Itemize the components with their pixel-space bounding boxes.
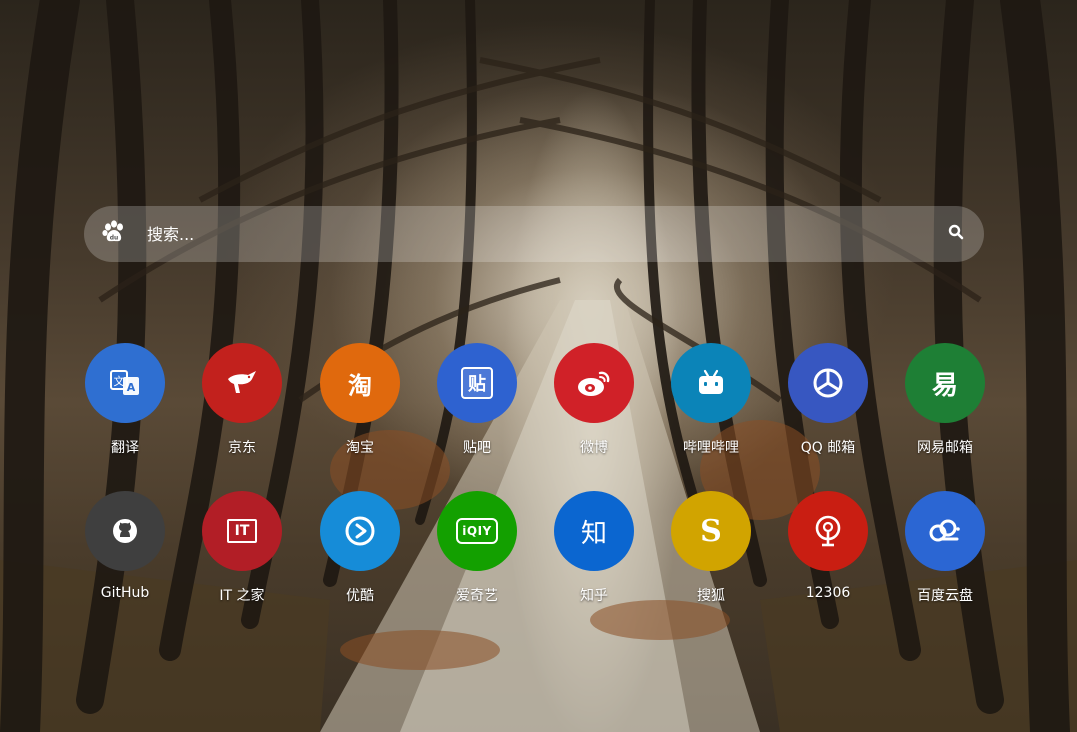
shortcut-translate[interactable]: 文 A 翻译 bbox=[85, 343, 165, 463]
youku-icon bbox=[320, 491, 400, 571]
baidu-paw-icon: du bbox=[101, 219, 127, 250]
shortcut-sohu[interactable]: S 搜狐 bbox=[671, 491, 751, 611]
shortcut-zhihu[interactable]: 知 知乎 bbox=[554, 491, 634, 611]
search-bar: du bbox=[84, 206, 984, 262]
ithome-icon: IT bbox=[202, 491, 282, 571]
shortcut-label: 搜狐 bbox=[697, 588, 725, 604]
weibo-icon bbox=[554, 343, 634, 423]
jd-dog-icon bbox=[202, 343, 282, 423]
github-icon bbox=[85, 491, 165, 571]
netease-mail-icon: 易 bbox=[905, 343, 985, 423]
shortcut-tieba[interactable]: 贴 贴吧 bbox=[437, 343, 517, 463]
shortcut-weibo[interactable]: 微博 bbox=[554, 343, 634, 463]
shortcut-bilibili[interactable]: 哔哩哔哩 bbox=[671, 343, 751, 463]
qq-mail-icon bbox=[788, 343, 868, 423]
shortcut-label: 微博 bbox=[580, 440, 608, 456]
tieba-icon: 贴 bbox=[437, 343, 517, 423]
shortcut-ithome[interactable]: IT IT 之家 bbox=[202, 491, 282, 611]
baidu-cloud-icon bbox=[905, 491, 985, 571]
shortcut-netease-mail[interactable]: 易 网易邮箱 bbox=[905, 343, 985, 463]
railway-12306-icon bbox=[788, 491, 868, 571]
shortcut-label: 知乎 bbox=[580, 588, 608, 604]
shortcut-label: 淘宝 bbox=[346, 440, 374, 456]
shortcut-label: 百度云盘 bbox=[917, 588, 973, 604]
bilibili-tv-icon bbox=[671, 343, 751, 423]
shortcut-qq-mail[interactable]: QQ 邮箱 bbox=[788, 343, 868, 463]
translate-icon: 文 A bbox=[85, 343, 165, 423]
shortcut-label: IT 之家 bbox=[219, 588, 265, 604]
shortcut-label: 12306 bbox=[805, 585, 851, 601]
shortcut-label: 爱奇艺 bbox=[456, 588, 498, 604]
shortcut-youku[interactable]: 优酷 bbox=[320, 491, 400, 611]
shortcut-label: 优酷 bbox=[346, 588, 374, 604]
zhihu-icon: 知 bbox=[554, 491, 634, 571]
search-button[interactable] bbox=[928, 206, 984, 262]
search-engine-selector[interactable]: du bbox=[95, 215, 133, 253]
shortcut-github[interactable]: GitHub bbox=[85, 491, 165, 611]
shortcut-jd[interactable]: 京东 bbox=[202, 343, 282, 463]
shortcut-baidu-cloud[interactable]: 百度云盘 bbox=[905, 491, 985, 611]
taobao-icon: 淘 bbox=[320, 343, 400, 423]
shortcut-label: 贴吧 bbox=[463, 440, 491, 456]
svg-text:文: 文 bbox=[114, 374, 125, 388]
shortcut-label: GitHub bbox=[100, 585, 150, 601]
shortcut-label: 翻译 bbox=[111, 440, 139, 456]
iqiyi-icon: iQIY bbox=[437, 491, 517, 571]
sohu-icon: S bbox=[671, 491, 751, 571]
shortcut-label: 京东 bbox=[228, 440, 256, 456]
shortcut-label: QQ 邮箱 bbox=[800, 440, 856, 456]
shortcut-iqiyi[interactable]: iQIY 爱奇艺 bbox=[437, 491, 517, 611]
shortcut-label: 哔哩哔哩 bbox=[683, 440, 739, 456]
shortcut-12306[interactable]: 12306 bbox=[788, 491, 868, 611]
search-input[interactable] bbox=[133, 206, 928, 262]
svg-text:du: du bbox=[110, 234, 119, 241]
shortcut-taobao[interactable]: 淘 淘宝 bbox=[320, 343, 400, 463]
svg-text:A: A bbox=[127, 381, 136, 394]
search-icon bbox=[948, 224, 964, 245]
shortcut-label: 网易邮箱 bbox=[917, 440, 973, 456]
